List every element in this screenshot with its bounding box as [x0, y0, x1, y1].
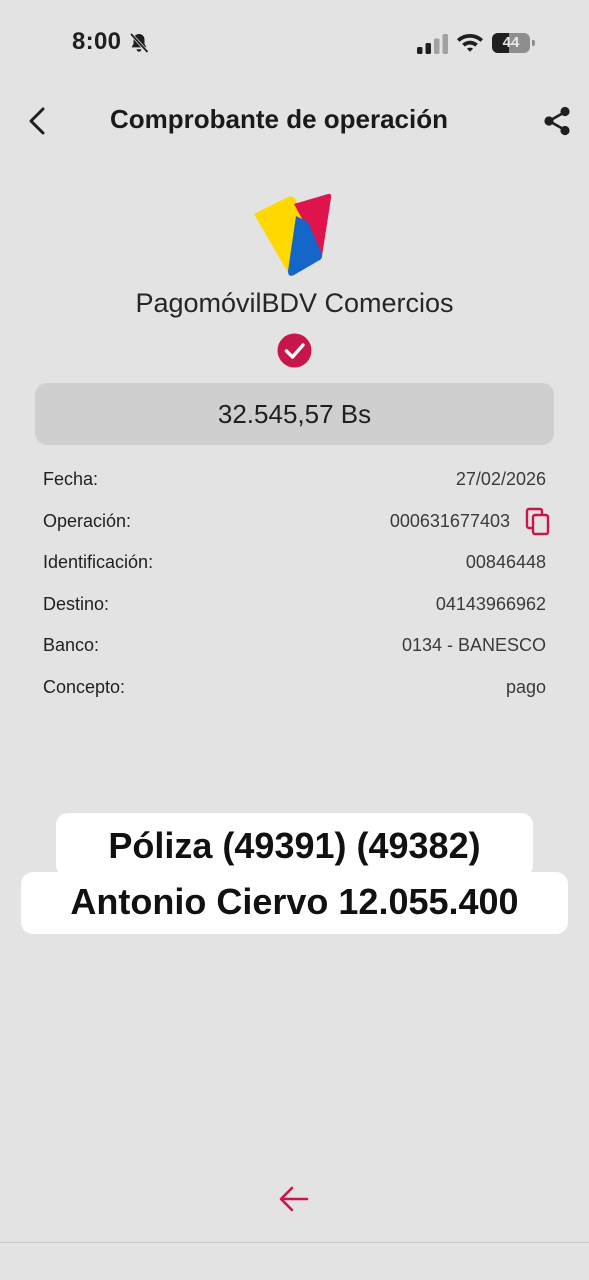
overlay-note-line1-box: Póliza (49391) (49382) [56, 813, 533, 877]
brand-name: PagomóvilBDV Comercios [135, 288, 454, 318]
success-check-icon [277, 333, 312, 368]
amount-value: 32.545,57 Bs [217, 399, 372, 429]
page-title: Comprobante de operación [109, 104, 449, 134]
battery-indicator: 44 [492, 33, 536, 53]
detail-value: 27/02/2026 [455, 469, 546, 489]
detail-row-destino: Destino: 04143966962 [43, 590, 546, 620]
share-button[interactable] [540, 104, 574, 138]
detail-row-banco: Banco: 0134 - BANESCO [43, 631, 546, 661]
overlay-note-line2-box: Antonio Ciervo 12.055.400 [21, 872, 568, 934]
status-time: 8:00 [72, 28, 122, 55]
detail-row-concepto: Concepto: pago [43, 673, 546, 703]
cellular-signal-icon [417, 34, 448, 54]
detail-value: 00846448 [465, 552, 546, 572]
pagomovil-bdv-logo [254, 193, 332, 276]
detail-value: 0134 - BANESCO [401, 635, 546, 655]
detail-label: Operación: [43, 511, 132, 531]
detail-label: Concepto: [43, 677, 126, 697]
detail-label: Fecha: [43, 469, 99, 489]
detail-label: Banco: [43, 635, 100, 655]
detail-label: Destino: [43, 594, 110, 614]
detail-row-fecha: Fecha: 27/02/2026 [43, 465, 546, 495]
detail-label: Identificación: [43, 552, 154, 572]
detail-row-identificacion: Identificación: 00846448 [43, 548, 546, 578]
back-button[interactable] [22, 104, 54, 138]
detail-value: pago [505, 677, 546, 697]
arrow-left-icon[interactable] [278, 1184, 310, 1214]
wifi-icon [457, 34, 483, 52]
overlay-note-line2: Antonio Ciervo 12.055.400 [70, 881, 519, 922]
battery-level-text: 44 [502, 34, 520, 51]
overlay-note-line1: Póliza (49391) (49382) [108, 825, 481, 866]
copy-icon[interactable] [524, 507, 552, 537]
bell-muted-icon [129, 32, 149, 54]
detail-row-operacion: Operación: 000631677403 [43, 507, 550, 537]
detail-value: 04143966962 [435, 594, 546, 614]
detail-value: 000631677403 [389, 511, 510, 531]
bottom-divider [0, 1242, 589, 1243]
amount-box: 32.545,57 Bs [35, 383, 554, 445]
